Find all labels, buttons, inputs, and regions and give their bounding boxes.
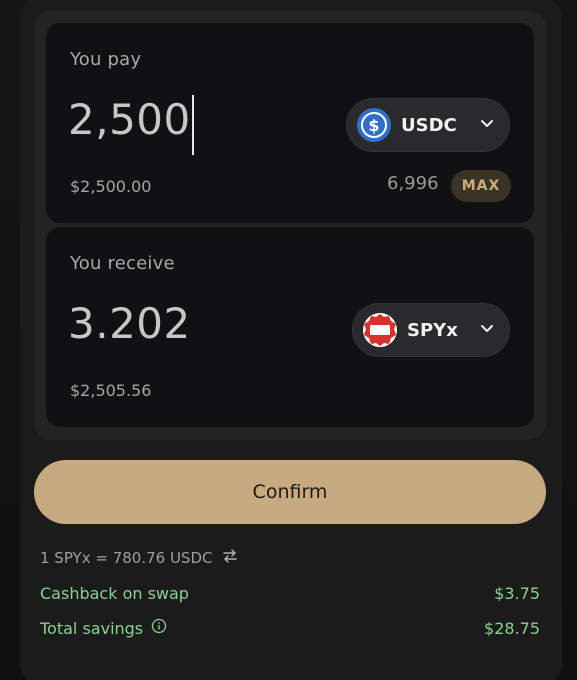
text-caret	[192, 95, 194, 155]
cashback-value: $3.75	[494, 583, 540, 603]
pay-token-balance: 6,996	[387, 173, 439, 194]
chevron-down-icon	[479, 115, 495, 135]
cashback-row: Cashback on swap $3.75	[40, 581, 540, 605]
receive-panel: You receive 3.202 $2,505.56 SPYx	[46, 227, 534, 427]
savings-row: Total savings $28.75	[40, 616, 540, 640]
exchange-rate: 1 SPYx = 780.76 USDC	[40, 549, 213, 567]
swap-page: You pay 2,500 $2,500.00 $ USDC 6,996 MAX…	[0, 0, 577, 680]
savings-label-group: Total savings	[40, 618, 167, 638]
pay-amount-input[interactable]: 2,500	[68, 95, 191, 144]
pay-token-selector[interactable]: $ USDC	[346, 98, 510, 152]
confirm-button[interactable]: Confirm	[34, 460, 546, 524]
spyx-token-icon	[363, 313, 397, 347]
svg-text:$: $	[368, 116, 379, 135]
savings-label: Total savings	[40, 618, 144, 638]
receive-label: You receive	[70, 253, 175, 274]
usdc-token-icon: $	[357, 108, 391, 142]
info-icon[interactable]	[151, 618, 167, 638]
pay-label: You pay	[70, 49, 142, 70]
pay-token-name: USDC	[401, 114, 457, 136]
pay-fiat-value: $2,500.00	[70, 177, 152, 196]
receive-amount: 3.202	[68, 299, 191, 348]
receive-token-selector[interactable]: SPYx	[352, 303, 510, 357]
receive-token-name: SPYx	[407, 319, 458, 341]
exchange-rate-row: 1 SPYx = 780.76 USDC	[40, 547, 238, 569]
max-button[interactable]: MAX	[451, 170, 511, 202]
savings-value: $28.75	[484, 618, 540, 638]
swap-arrows-icon[interactable]	[222, 548, 238, 568]
pay-panel: You pay 2,500 $2,500.00 $ USDC 6,996 MAX	[46, 23, 534, 223]
cashback-label: Cashback on swap	[40, 583, 189, 603]
chevron-down-icon	[479, 320, 495, 340]
receive-fiat-value: $2,505.56	[70, 381, 152, 400]
